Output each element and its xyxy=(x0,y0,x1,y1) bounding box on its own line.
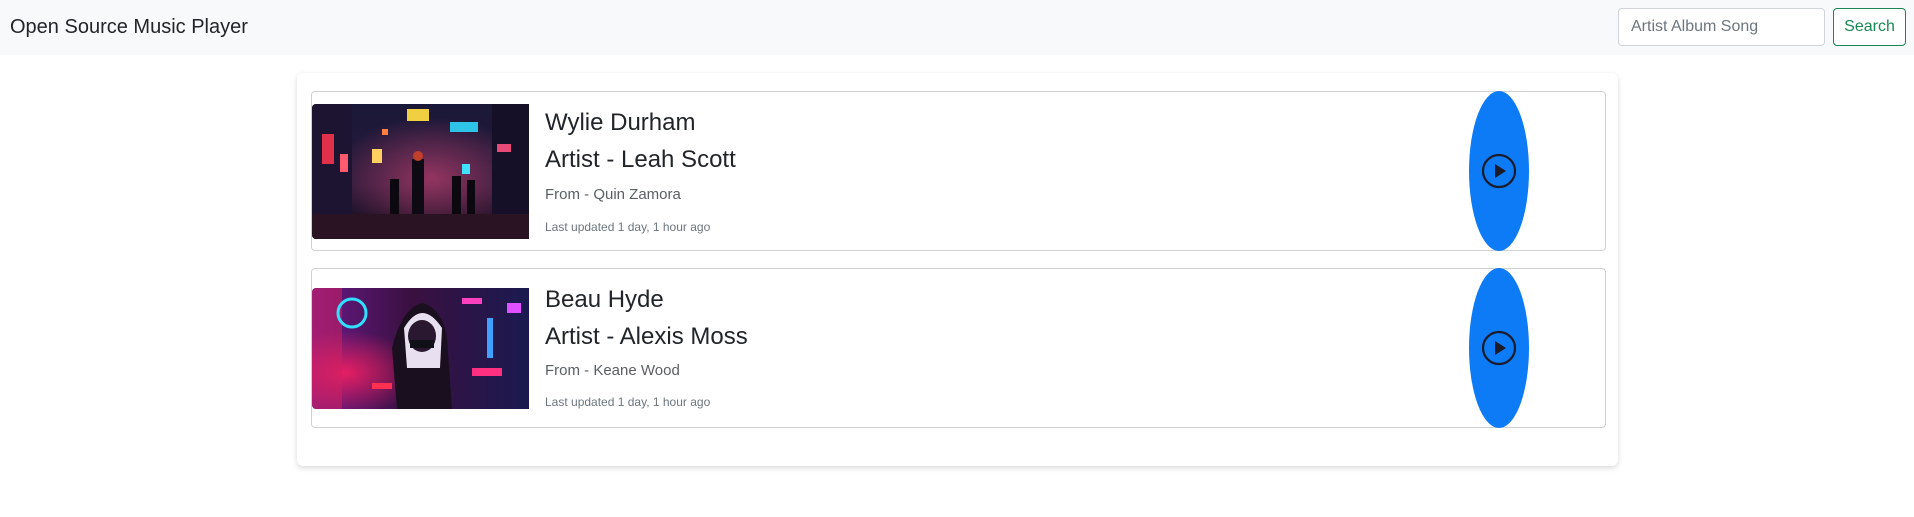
song-title: Wylie Durham xyxy=(545,109,696,136)
play-button[interactable] xyxy=(1469,268,1529,428)
song-list: Wylie Durham Artist - Leah Scott From - … xyxy=(297,73,1618,466)
song-artist: Artist - Leah Scott xyxy=(545,146,736,173)
search-input[interactable] xyxy=(1618,8,1825,46)
neon-girl-image xyxy=(312,288,529,409)
song-card: Beau Hyde Artist - Alexis Moss From - Ke… xyxy=(311,268,1606,428)
play-button[interactable] xyxy=(1469,91,1529,251)
last-updated: Last updated 1 day, 1 hour ago xyxy=(545,395,711,409)
album-cover xyxy=(312,288,529,409)
album-cover xyxy=(312,104,529,239)
navbar: Open Source Music Player Search xyxy=(0,0,1914,55)
app-title[interactable]: Open Source Music Player xyxy=(10,15,248,39)
song-card: Wylie Durham Artist - Leah Scott From - … xyxy=(311,91,1606,251)
song-title: Beau Hyde xyxy=(545,286,664,313)
cyberpunk-street-image xyxy=(312,104,529,239)
last-updated: Last updated 1 day, 1 hour ago xyxy=(545,220,711,234)
song-album: From - Keane Wood xyxy=(545,362,680,379)
play-circle-icon xyxy=(1480,329,1518,367)
song-album: From - Quin Zamora xyxy=(545,186,681,203)
play-circle-icon xyxy=(1480,152,1518,190)
song-artist: Artist - Alexis Moss xyxy=(545,323,748,350)
search-button[interactable]: Search xyxy=(1833,8,1906,46)
